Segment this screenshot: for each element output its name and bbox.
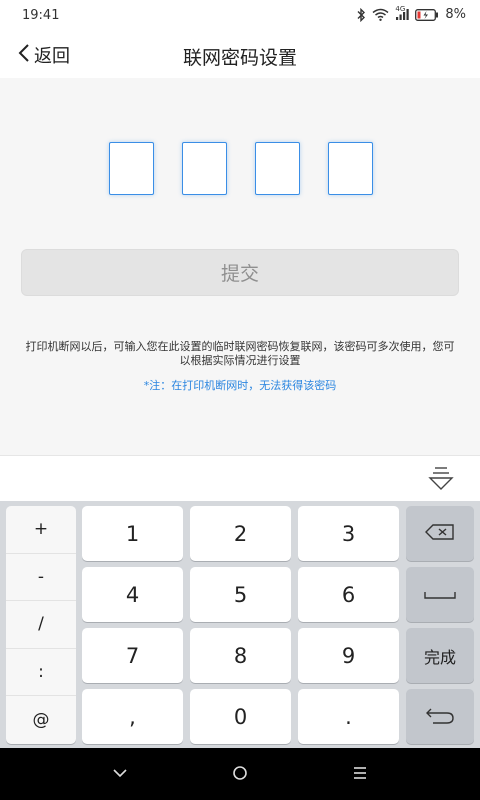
status-bar: 19:41 4G 8% (0, 0, 480, 32)
numeric-keyboard: + - / : @ 1 2 3 4 5 6 7 8 9 完成 , 0 . (0, 501, 480, 748)
key-period[interactable]: . (298, 689, 399, 744)
pin-digit-2[interactable] (182, 142, 227, 195)
enter-key[interactable] (406, 689, 474, 744)
space-icon (424, 585, 456, 604)
key-1[interactable]: 1 (82, 506, 183, 561)
key-3[interactable]: 3 (298, 506, 399, 561)
pin-digit-4[interactable] (328, 142, 373, 195)
pin-digit-1[interactable] (109, 142, 154, 195)
nav-header: 返回 联网密码设置 (0, 32, 480, 78)
key-4[interactable]: 4 (82, 567, 183, 622)
circle-icon[interactable] (231, 765, 249, 785)
key-7[interactable]: 7 (82, 628, 183, 683)
bluetooth-icon (356, 7, 366, 22)
network-type-label: 4G (395, 5, 406, 13)
enter-icon (425, 705, 455, 729)
note-text: *注：在打印机断网时，无法获得该密码 (143, 379, 337, 392)
key-comma[interactable]: , (82, 689, 183, 744)
done-key[interactable]: 完成 (406, 628, 474, 683)
keyboard-toolbar (0, 455, 480, 501)
battery-percent: 8% (445, 7, 466, 22)
key-5[interactable]: 5 (190, 567, 291, 622)
battery-charging-icon (415, 8, 439, 21)
menu-icon[interactable] (352, 765, 368, 785)
status-icons: 4G 8% (356, 5, 466, 22)
key-plus[interactable]: + (6, 506, 76, 554)
key-at[interactable]: @ (6, 696, 76, 744)
pin-input-row (109, 142, 373, 195)
system-nav-bar (0, 748, 480, 800)
key-0[interactable]: 0 (190, 689, 291, 744)
key-minus[interactable]: - (6, 554, 76, 602)
key-slash[interactable]: / (6, 601, 76, 649)
keyboard-hide-icon[interactable] (428, 465, 454, 495)
signal-icon: 4G (395, 5, 410, 21)
key-6[interactable]: 6 (298, 567, 399, 622)
backspace-icon (425, 523, 455, 544)
status-time: 19:41 (22, 8, 60, 23)
backspace-key[interactable] (406, 506, 474, 561)
submit-button[interactable]: 提交 (21, 249, 459, 296)
key-2[interactable]: 2 (190, 506, 291, 561)
key-colon[interactable]: : (6, 649, 76, 697)
symbol-column: + - / : @ (6, 506, 76, 744)
key-8[interactable]: 8 (190, 628, 291, 683)
space-key[interactable] (406, 567, 474, 622)
description-text: 打印机断网以后，可输入您在此设置的临时联网密码恢复联网，该密码可多次使用，您可以… (25, 340, 455, 367)
wifi-icon (372, 8, 389, 21)
page-title: 联网密码设置 (182, 47, 297, 69)
main-content: 提交 打印机断网以后，可输入您在此设置的临时联网密码恢复联网，该密码可多次使用，… (0, 78, 480, 455)
pin-digit-3[interactable] (255, 142, 300, 195)
chevron-down-icon[interactable] (112, 765, 128, 785)
key-9[interactable]: 9 (298, 628, 399, 683)
